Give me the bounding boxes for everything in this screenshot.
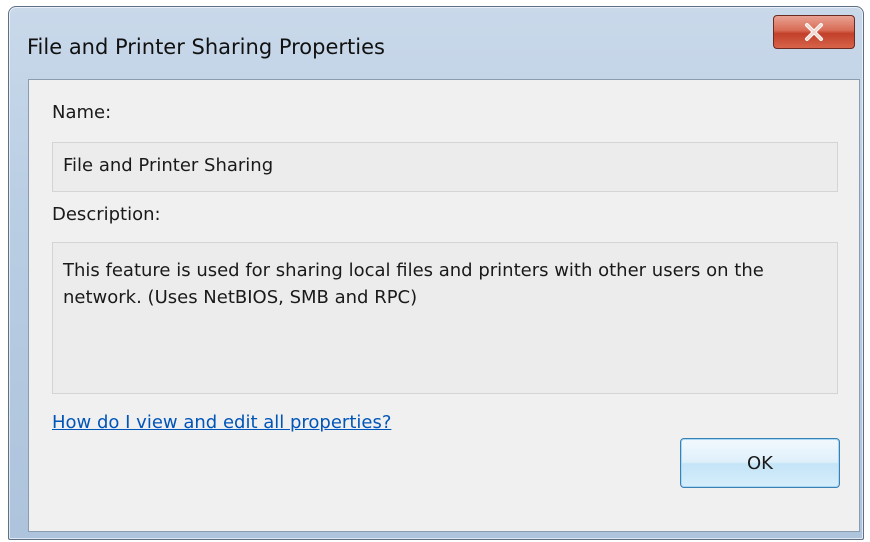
dialog-title: File and Printer Sharing Properties: [27, 35, 385, 59]
description-field[interactable]: This feature is used for sharing local f…: [52, 242, 838, 394]
properties-dialog: File and Printer Sharing Properties Name…: [8, 6, 864, 540]
close-button[interactable]: [773, 15, 855, 49]
title-bar[interactable]: File and Printer Sharing Properties: [9, 7, 863, 79]
name-field[interactable]: File and Printer Sharing: [52, 142, 838, 192]
description-label: Description:: [52, 204, 161, 225]
help-link[interactable]: How do I view and edit all properties?: [52, 412, 391, 433]
close-x-icon: [805, 23, 823, 41]
ok-button[interactable]: OK: [680, 438, 840, 488]
dialog-content: Name: File and Printer Sharing Descripti…: [28, 79, 860, 532]
name-label: Name:: [52, 102, 112, 123]
